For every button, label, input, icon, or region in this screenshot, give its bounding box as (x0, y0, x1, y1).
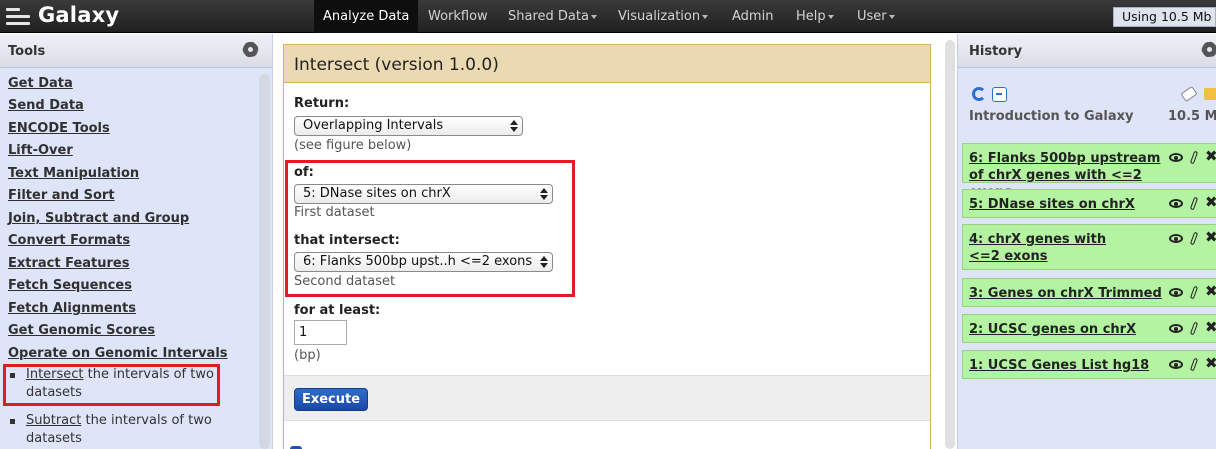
delete-icon[interactable]: ✖ (1205, 193, 1216, 211)
tab-help[interactable]: Help (787, 0, 843, 33)
tab-workflow[interactable]: Workflow (419, 0, 497, 33)
tab-analyze-data[interactable]: Analyze Data (314, 0, 419, 33)
tag-icon[interactable] (1180, 85, 1198, 103)
pencil-icon[interactable] (1189, 150, 1199, 165)
tool-section-send-data[interactable]: Send Data (8, 98, 84, 113)
tool-form-header: Intersect (version 1.0.0) (284, 45, 930, 83)
history-item-title[interactable]: 3: Genes on chrX Trimmed (969, 285, 1165, 302)
tab-visualization[interactable]: Visualization (609, 0, 717, 33)
atleast-label: for at least: (294, 303, 381, 318)
pencil-icon[interactable] (1189, 357, 1199, 372)
history-options-gear-icon[interactable] (1202, 42, 1216, 57)
tool-panel-scrollbar[interactable] (259, 74, 270, 449)
pencil-icon[interactable] (1189, 196, 1199, 211)
history-item[interactable]: 1: UCSC Genes List hg18 ✖ (962, 350, 1216, 379)
tool-form: Intersect (version 1.0.0) Return: Overla… (283, 44, 931, 449)
tool-section-get-data[interactable]: Get Data (8, 76, 73, 91)
tool-section-encode-tools[interactable]: ENCODE Tools (8, 121, 110, 136)
refresh-icon[interactable] (972, 87, 986, 101)
execute-button[interactable]: Execute (294, 388, 368, 411)
tab-admin[interactable]: Admin (723, 0, 782, 33)
center-scrollbar[interactable] (945, 40, 955, 449)
history-item[interactable]: 3: Genes on chrX Trimmed ✖ (962, 278, 1216, 307)
tool-section-operate-on-genomic-intervals[interactable]: Operate on Genomic Intervals (8, 346, 228, 361)
tool-section-get-genomic-scores[interactable]: Get Genomic Scores (8, 323, 155, 338)
tool-panel: Tools Get Data Send Data ENCODE Tools Li… (0, 34, 273, 449)
history-item-title[interactable]: 1: UCSC Genes List hg18 (969, 357, 1165, 374)
tool-section-convert-formats[interactable]: Convert Formats (8, 233, 130, 248)
tool-section-filter-and-sort[interactable]: Filter and Sort (8, 188, 115, 203)
tool-section-extract-features[interactable]: Extract Features (8, 256, 130, 271)
tool-section-lift-over[interactable]: Lift-Over (8, 143, 73, 158)
bullet-icon (10, 419, 15, 424)
atleast-input[interactable] (294, 320, 347, 345)
tool-options-gear-icon[interactable] (243, 42, 258, 57)
chevron-down-icon (702, 14, 709, 19)
tool-panel-header: Tools (0, 34, 272, 68)
eye-icon[interactable] (1169, 288, 1183, 297)
masthead: Galaxy Analyze Data Workflow Shared Data… (0, 0, 1216, 33)
delete-icon[interactable]: ✖ (1205, 228, 1216, 246)
return-select[interactable]: Overlapping Intervals (294, 116, 523, 136)
galaxy-logo-icon[interactable] (6, 8, 30, 28)
eye-icon[interactable] (1169, 234, 1183, 243)
atleast-help: (bp) (294, 348, 321, 363)
chevron-down-icon (888, 14, 895, 19)
delete-icon[interactable]: ✖ (1205, 147, 1216, 165)
tab-shared-data[interactable]: Shared Data (499, 0, 606, 33)
delete-icon[interactable]: ✖ (1205, 282, 1216, 300)
tool-form-title: Intersect (version 1.0.0) (294, 55, 499, 75)
highlight-box-dataset-selects (285, 160, 575, 297)
history-item-title[interactable]: 5: DNase sites on chrX (969, 196, 1165, 213)
collapse-icon[interactable] (992, 87, 1007, 102)
tool-item-subtract[interactable]: Subtract the intervals of two datasets (10, 412, 215, 448)
pencil-icon[interactable] (1189, 321, 1199, 336)
history-name[interactable]: Introduction to Galaxy (969, 109, 1134, 124)
quota-meter: Using 10.5 Mb (1113, 7, 1216, 27)
history-item[interactable]: 5: DNase sites on chrX ✖ (962, 189, 1216, 218)
history-item[interactable]: 2: UCSC genes on chrX ✖ (962, 314, 1216, 343)
history-panel: History Introduction to Galaxy 10.5 Mb 6… (957, 34, 1216, 449)
tool-section-text-manipulation[interactable]: Text Manipulation (8, 166, 139, 181)
delete-icon[interactable]: ✖ (1205, 318, 1216, 336)
return-label: Return: (294, 96, 350, 111)
return-help: (see figure below) (294, 138, 412, 153)
history-item[interactable]: 4: chrX genes with <=2 exons ✖ (962, 224, 1216, 270)
tool-link-subtract[interactable]: Subtract (26, 413, 81, 428)
highlight-box-intersect-tool (3, 364, 220, 406)
eye-icon[interactable] (1169, 324, 1183, 333)
center-panel: Intersect (version 1.0.0) Return: Overla… (274, 34, 957, 449)
eye-icon[interactable] (1169, 199, 1183, 208)
history-panel-header: History (958, 34, 1216, 68)
annotation-icon[interactable] (1204, 88, 1216, 100)
tool-section-fetch-sequences[interactable]: Fetch Sequences (8, 278, 132, 293)
history-panel-title: History (969, 44, 1023, 59)
pencil-icon[interactable] (1189, 285, 1199, 300)
execute-bar: Execute (284, 375, 930, 421)
tool-section-fetch-alignments[interactable]: Fetch Alignments (8, 301, 136, 316)
brand-title[interactable]: Galaxy (38, 3, 119, 27)
tab-user[interactable]: User (848, 0, 904, 33)
eye-icon[interactable] (1169, 360, 1183, 369)
tool-section-join-subtract-group[interactable]: Join, Subtract and Group (8, 211, 189, 226)
select-arrows-icon (510, 119, 518, 133)
chevron-down-icon (827, 14, 834, 19)
chevron-down-icon (590, 14, 597, 19)
eye-icon[interactable] (1169, 153, 1183, 162)
tool-panel-title: Tools (8, 44, 46, 59)
history-item-title[interactable]: 2: UCSC genes on chrX (969, 321, 1165, 338)
history-item[interactable]: 6: Flanks 500bp upstream of chrX genes w… (962, 143, 1216, 200)
pencil-icon[interactable] (1189, 231, 1199, 246)
delete-icon[interactable]: ✖ (1205, 354, 1216, 372)
history-item-title[interactable]: 4: chrX genes with <=2 exons (969, 231, 1139, 265)
history-size: 10.5 Mb (1168, 109, 1216, 124)
